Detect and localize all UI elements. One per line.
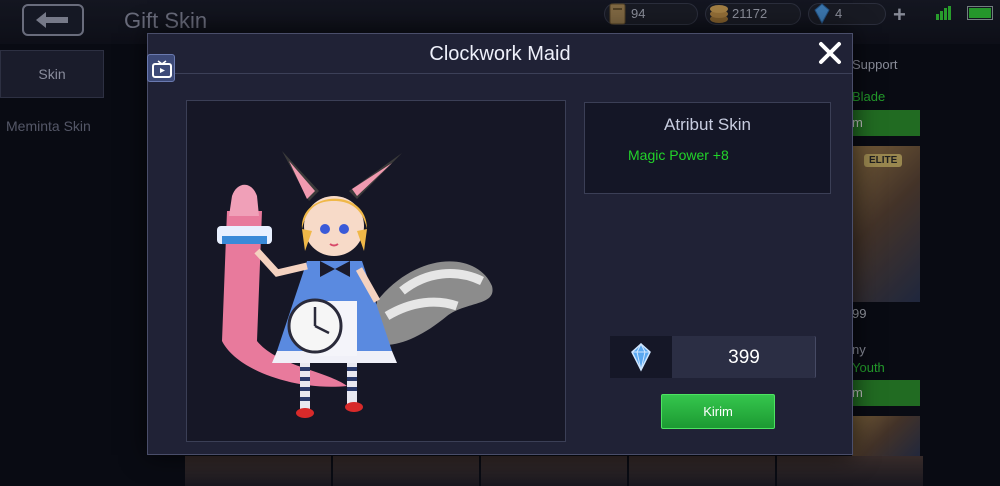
attributes-title: Atribut Skin bbox=[664, 115, 751, 134]
attribute-item: Magic Power +8 bbox=[628, 147, 729, 163]
currency-box bbox=[610, 336, 672, 378]
gift-skin-dialog: Clockwork Maid Atribut Skin Magic Power … bbox=[147, 33, 853, 455]
skin-attributes-panel: Atribut Skin Magic Power +8 bbox=[584, 102, 831, 194]
dialog-title: Clockwork Maid bbox=[429, 43, 571, 65]
skin-preview[interactable] bbox=[186, 100, 566, 442]
price-value: 399 bbox=[728, 347, 760, 368]
diamond-icon bbox=[631, 342, 651, 372]
tv-icon bbox=[152, 60, 172, 78]
close-icon bbox=[819, 42, 841, 64]
send-button[interactable]: Kirim bbox=[661, 394, 775, 429]
price-display: 399 bbox=[610, 336, 816, 378]
replay-button[interactable] bbox=[147, 54, 175, 82]
close-button[interactable] bbox=[816, 39, 844, 67]
skin-character-illustration bbox=[217, 151, 493, 418]
dialog-header: Clockwork Maid bbox=[148, 34, 852, 74]
